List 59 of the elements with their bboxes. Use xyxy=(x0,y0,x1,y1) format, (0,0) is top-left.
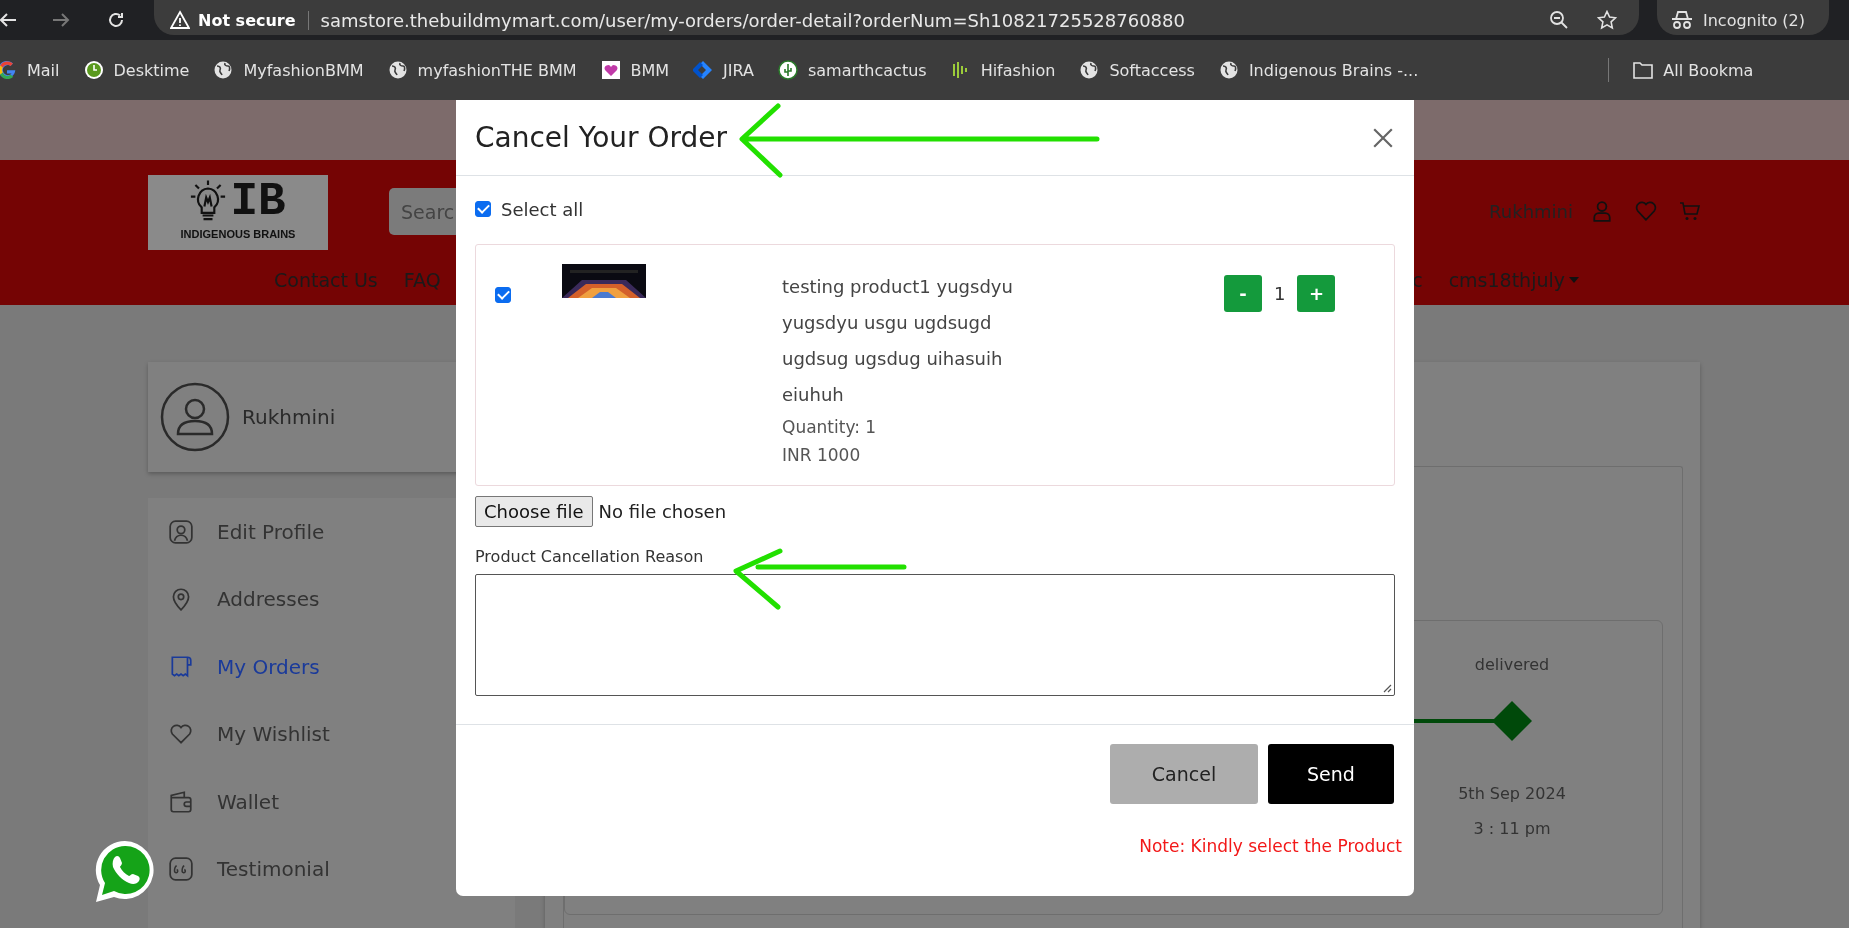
cactus-icon xyxy=(777,60,798,80)
close-icon[interactable] xyxy=(1372,126,1394,149)
heart-logo-icon xyxy=(600,60,621,80)
select-all-checkbox[interactable] xyxy=(475,201,491,217)
resize-handle-icon[interactable] xyxy=(1382,683,1392,693)
profile-name: Rukhmini xyxy=(242,405,336,429)
globe-icon xyxy=(213,60,234,80)
globe-icon xyxy=(387,60,408,80)
reason-label: Product Cancellation Reason xyxy=(475,547,705,566)
dialog-title: Cancel Your Order xyxy=(475,121,728,154)
increase-button[interactable]: + xyxy=(1297,275,1336,312)
clock-icon xyxy=(83,60,104,80)
receipt-icon xyxy=(168,653,194,680)
google-icon xyxy=(0,60,17,80)
send-button[interactable]: Send xyxy=(1268,744,1394,804)
product-checkbox[interactable] xyxy=(495,287,511,303)
select-all-label[interactable]: Select all xyxy=(501,198,584,220)
bookmark[interactable]: Softaccess xyxy=(1079,60,1195,80)
bookmark[interactable]: BMM xyxy=(600,60,670,80)
cancel-button[interactable]: Cancel xyxy=(1110,744,1258,804)
star-icon[interactable] xyxy=(1597,10,1617,30)
incognito-icon xyxy=(1671,10,1693,30)
incognito-button[interactable]: Incognito (2) xyxy=(1657,0,1829,35)
choose-file-button[interactable]: Choose file xyxy=(475,496,593,527)
avatar-icon xyxy=(160,382,230,452)
wallet-icon xyxy=(168,788,194,815)
bookmark[interactable]: myfashionTHE BMM xyxy=(387,60,577,80)
bookmark[interactable]: MyfashionBMM xyxy=(213,60,364,80)
site-logo[interactable]: IB INDIGENOUS BRAINS xyxy=(148,175,328,250)
zoom-icon[interactable] xyxy=(1549,10,1569,30)
product-price: INR 1000 xyxy=(782,444,862,467)
bookmark[interactable]: Mail xyxy=(0,60,60,80)
file-status: No file chosen xyxy=(598,501,727,522)
all-bookmarks[interactable]: All Bookma xyxy=(1633,60,1754,80)
reload-icon[interactable] xyxy=(106,10,126,30)
product-quantity: Quantity: 1 xyxy=(782,416,878,439)
folder-icon xyxy=(1633,60,1654,80)
jira-icon xyxy=(693,60,714,80)
warning-icon xyxy=(170,10,190,30)
url-text: samstore.thebuildmymart.com/user/my-orders/order-detail?orderNum=Sh10821725528760880 xyxy=(320,9,1186,31)
quote-icon xyxy=(168,856,194,883)
decrease-button[interactable]: - xyxy=(1224,275,1262,312)
globe-icon xyxy=(1079,60,1100,80)
address-bar[interactable]: Not secure samstore.thebuildmymart.com/user/my-orders/order-detail?orderNum=Sh10821725528760880 xyxy=(154,0,1639,35)
profile-icon xyxy=(168,518,194,545)
product-name: testing product1 yugsdyu yugsdyu usgu ugdsugd ugdsug ugsdug uihasuih eiuhuh xyxy=(782,275,1014,407)
bookmark[interactable]: JIRA xyxy=(693,60,754,80)
globe-icon xyxy=(1218,60,1239,80)
bookmark[interactable]: Desktime xyxy=(83,60,190,80)
status-date: 5th Sep 2024 xyxy=(1458,784,1566,803)
quantity-value: 1 xyxy=(1274,283,1286,304)
validation-note: Note: Kindly select the Product xyxy=(1139,836,1402,856)
bookmark[interactable]: Indigenous Brains -... xyxy=(1218,60,1419,80)
reason-field[interactable] xyxy=(475,574,1395,696)
status-label: delivered xyxy=(1474,655,1550,674)
bookmark[interactable]: Hifashion xyxy=(950,60,1056,80)
bookmark[interactable]: samarthcactus xyxy=(777,60,927,80)
security-label: Not secure xyxy=(198,10,309,30)
status-time: 3 : 11 pm xyxy=(1473,819,1551,838)
